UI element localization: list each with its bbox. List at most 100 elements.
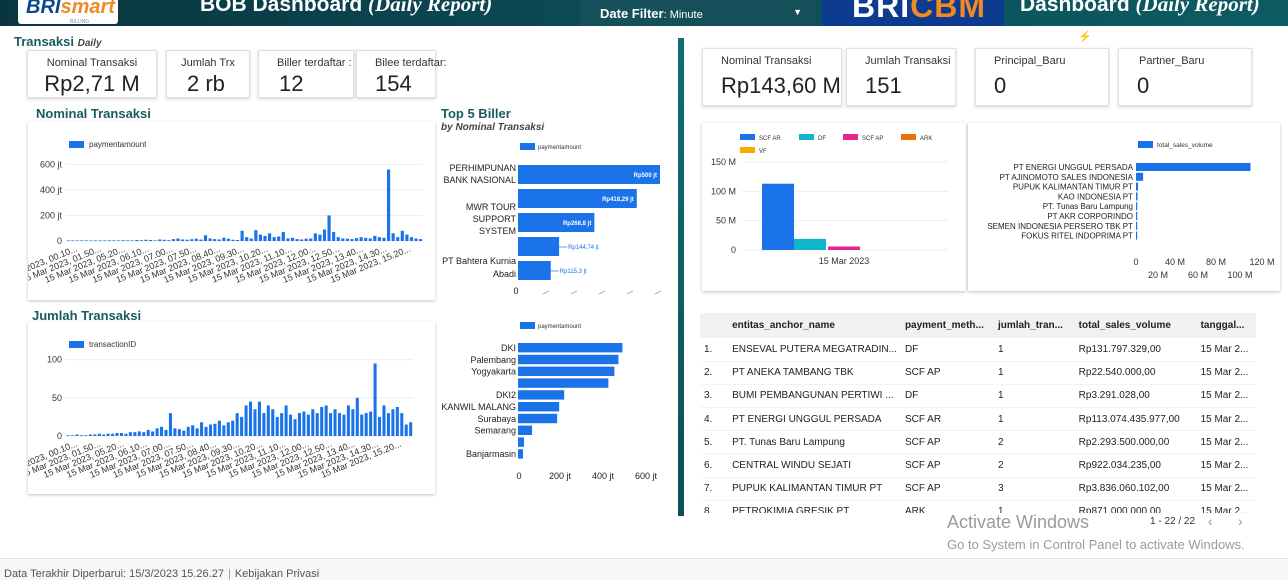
column-header[interactable]: jumlah_tran... — [993, 313, 1075, 338]
category-label: Surabaya — [477, 414, 516, 424]
date-filter-dropdown[interactable]: Date Filter: Minute ▼ — [580, 0, 816, 26]
bar — [266, 405, 270, 436]
column-header[interactable]: entitas_anchor_name — [728, 313, 901, 338]
category-label: Palembang — [470, 355, 516, 365]
legend-swatch — [740, 134, 755, 140]
bar — [204, 426, 208, 436]
bar — [151, 431, 155, 436]
x-tick-label: 0 — [516, 471, 521, 481]
table-row[interactable]: 3. BUMI PEMBANGUNAN PERTIWI ... DF 1 Rp3.291… — [700, 384, 1256, 409]
y-tick-label: 0 — [57, 431, 62, 441]
bar — [128, 432, 132, 436]
bar — [315, 413, 319, 436]
bar — [518, 437, 525, 447]
scorecard-nominal-transaksi: Nominal Transaksi Rp2,71 M — [27, 50, 157, 98]
bar — [518, 425, 533, 435]
nominal-transaksi-title: Nominal Transaksi — [36, 106, 151, 121]
bar — [107, 240, 111, 241]
legend-label: ARK — [920, 136, 932, 142]
bar — [135, 239, 139, 241]
y-tick-label: 50 — [52, 393, 62, 403]
category-label: PT. Tunas Baru Lampung — [1043, 202, 1133, 211]
column-header[interactable]: payment_meth... — [900, 313, 994, 338]
bar — [164, 429, 168, 436]
column-header[interactable]: total_sales_volume — [1074, 313, 1197, 338]
bar — [284, 405, 288, 436]
table-cell: 15 Mar 2... — [1196, 338, 1256, 362]
bar — [112, 240, 116, 241]
bar — [148, 239, 153, 241]
bar — [103, 240, 107, 241]
column-header[interactable]: tanggal... — [1196, 313, 1256, 338]
bar — [275, 416, 279, 436]
top5-chart-area: paymentamount Rp500 jt Rp418,29 jt Rp268,8 … — [438, 134, 678, 300]
bar — [208, 424, 213, 436]
data-label: Rp268,8 jt — [563, 221, 591, 227]
bar — [419, 239, 423, 241]
category-label: MWR TOUR — [466, 202, 517, 212]
x-tick-label: 60 M — [1188, 270, 1208, 280]
table-cell: PT ANEKA TAMBANG TBK — [728, 361, 901, 385]
bar — [1136, 192, 1138, 201]
category-label: DKI2 — [496, 390, 516, 400]
table-cell: 15 Mar 2... — [1196, 430, 1256, 455]
bar — [217, 239, 221, 241]
y-tick-label: 100 M — [711, 186, 736, 196]
x-tick-label: 200 jt — [549, 471, 572, 481]
data-label: Rp500 jt — [634, 173, 657, 179]
bar — [364, 413, 368, 436]
table-row[interactable]: 2. PT ANEKA TAMBANG TBK SCF AP 1 Rp22.540.00… — [700, 361, 1256, 385]
prev-page-button[interactable]: ‹ — [1208, 513, 1213, 529]
bar — [182, 430, 186, 436]
privacy-link[interactable]: Kebijakan Privasi — [235, 568, 319, 580]
bar — [368, 238, 372, 241]
bricbm-logo: BRICBM — [822, 0, 1004, 26]
bar — [396, 237, 400, 241]
bar — [231, 239, 235, 241]
table-row[interactable]: 7. PUPUK KALIMANTAN TIMUR PT SCF AP 3 Rp3.83… — [700, 477, 1256, 501]
bar — [203, 235, 208, 241]
table-cell: BUMI PEMBANGUNAN PERTIWI ... — [728, 384, 901, 409]
bar — [1136, 231, 1138, 240]
table-cell: 15 Mar 2... — [1196, 384, 1256, 409]
table-row[interactable]: 5. PT. Tunas Baru Lampung SCF AP 2 Rp2.293.5… — [700, 430, 1256, 455]
bar — [409, 237, 414, 241]
bar — [327, 215, 331, 241]
category-label: PT ENERGI UNGGUL PERSADA — [1013, 163, 1133, 172]
table-cell: 1 — [993, 384, 1075, 409]
row-number: 3. — [700, 384, 729, 409]
bar — [158, 239, 162, 241]
bar — [1136, 163, 1251, 171]
bar — [337, 413, 342, 436]
bar — [1136, 182, 1139, 191]
bar — [173, 428, 177, 436]
bar — [828, 246, 860, 250]
legend-label: transactionID — [89, 340, 136, 349]
top5-biller-chart: paymentamount Rp500 jt Rp418,29 jt Rp268,8 … — [442, 143, 662, 296]
bar — [350, 239, 354, 241]
bar — [144, 239, 148, 241]
bar — [295, 239, 299, 241]
regional-chart: paymentamount DKI Palembang Yogyakarta DKI2 K… — [441, 322, 658, 481]
bar — [386, 413, 390, 436]
bar — [262, 413, 266, 436]
category-label: PERHIMPUNAN — [449, 163, 516, 173]
legend-swatch — [520, 143, 535, 150]
footer: Data Terakhir Diperbarui: 15/3/2023 15.2… — [0, 558, 1288, 580]
next-page-button[interactable]: › — [1238, 513, 1243, 529]
category-label: Banjarmasin — [466, 449, 516, 459]
y-tick-label: 0 — [57, 236, 62, 246]
bar — [400, 230, 404, 241]
bar — [277, 236, 281, 241]
table-row[interactable]: 1. ENSEVAL PUTERA MEGATRADIN... DF 1 Rp131.7… — [700, 338, 1256, 362]
table-cell: Rp3.836.060.102,00 — [1074, 477, 1197, 501]
table-row[interactable]: 6. CENTRAL WINDU SEJATI SCF AP 2 Rp922.034.2… — [700, 453, 1256, 478]
table-row[interactable]: 4. PT ENERGI UNGGUL PERSADA SCF AR 1 Rp113.0… — [700, 407, 1256, 432]
table-header-row: entitas_anchor_name payment_meth... jumlah… — [700, 313, 1256, 338]
legend-swatch — [901, 134, 916, 140]
bar — [382, 237, 386, 241]
bar — [280, 413, 284, 436]
bar — [155, 428, 159, 436]
brismart-logo: BRIsmart BILLING — [18, 0, 118, 25]
bar — [121, 240, 125, 241]
